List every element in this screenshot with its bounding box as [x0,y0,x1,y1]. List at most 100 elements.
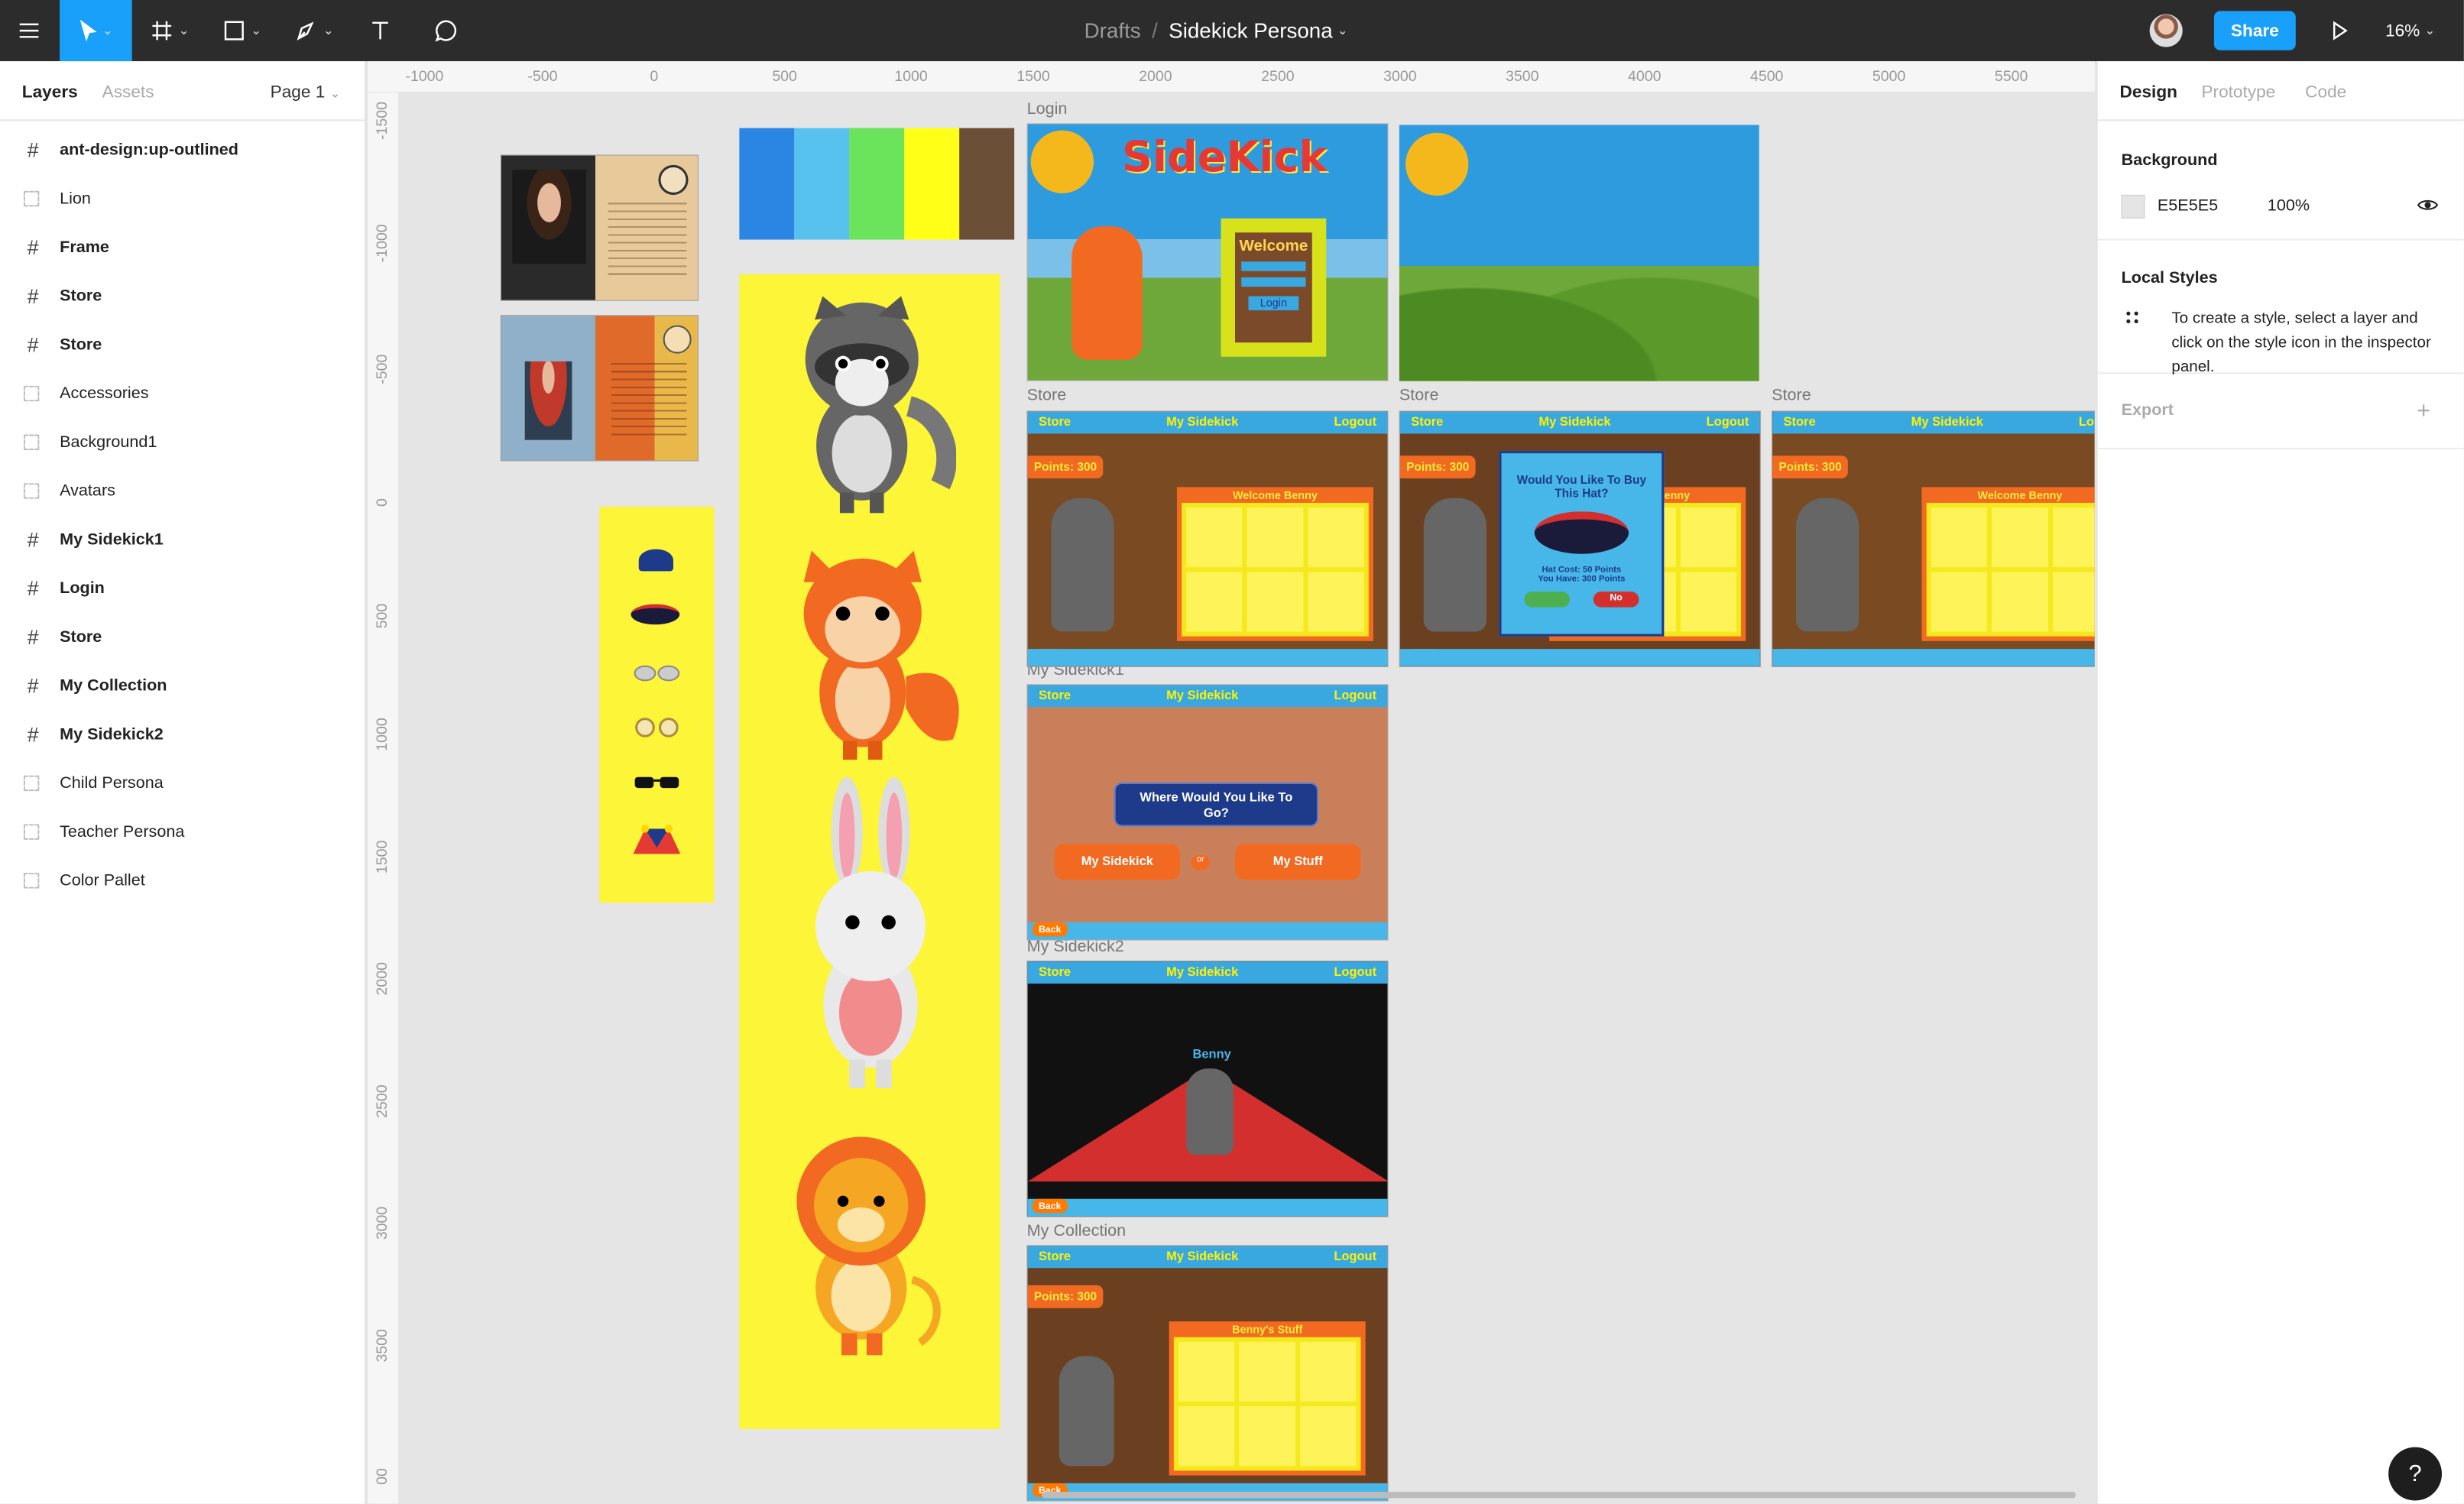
layer-row[interactable]: Accessories [0,369,365,418]
background1-frame[interactable] [1399,125,1759,381]
visibility-eye-icon[interactable] [2417,196,2439,218]
comment-tool-icon[interactable] [424,0,468,61]
store-item[interactable] [1992,507,2048,568]
shape-tool-icon[interactable]: ⌄ [206,0,278,61]
design-canvas[interactable]: Login Store Store Store My Sidekick1 My … [400,93,2095,1503]
store-item[interactable] [1247,572,1304,632]
store-item[interactable] [1308,507,1364,568]
tab-assets[interactable]: Assets [102,82,154,102]
frame-label-store-3[interactable]: Store [1772,386,1811,405]
nav-my-sidekick[interactable]: My Sidekick [1166,689,1238,704]
store-frame-1[interactable]: BackWelcome BennyPoints: 300StoreMy Side… [1026,410,1389,667]
nav-logout[interactable]: Logout [1334,416,1376,430]
layer-row[interactable]: # My Sidekick1 [0,515,365,564]
store-item[interactable] [1308,572,1364,632]
zoom-dropdown[interactable]: 16% ⌄ [2385,0,2435,61]
collection-slot[interactable] [1179,1406,1235,1467]
child-persona[interactable] [500,315,699,462]
nav-store[interactable]: Store [1039,1250,1071,1265]
frame-label-login[interactable]: Login [1027,100,1068,119]
color-palette[interactable] [739,128,1015,240]
palette-swatch[interactable] [904,128,960,240]
layer-row[interactable]: # Store [0,272,365,321]
login-frame[interactable]: SideKick Welcome Login [1026,123,1389,381]
password-field[interactable] [1241,277,1306,287]
collection-slot[interactable] [1239,1406,1295,1467]
nav-store[interactable]: Store [1039,689,1071,704]
collection-slot[interactable] [1299,1341,1357,1402]
add-export-icon[interactable]: + [2417,397,2430,424]
store-item[interactable] [2052,507,2095,568]
my-collection-frame[interactable]: Store My Sidekick Logout Points: 300 Ben… [1026,1245,1389,1502]
help-button[interactable]: ? [2388,1447,2443,1501]
nav-my-sidekick[interactable]: My Sidekick [1911,416,1983,430]
store-frame-2[interactable]: BackWelcome BennyPoints: 300StoreMy Side… [1399,410,1761,667]
file-menu-chevron-icon[interactable]: ⌄ [1337,23,1348,39]
back-button[interactable]: Back [1032,922,1068,937]
layer-row[interactable]: # My Sidekick2 [0,710,365,759]
background-color-swatch[interactable] [2121,194,2145,219]
store-item[interactable] [1992,572,2048,632]
pen-tool-icon[interactable]: ⌄ [278,0,351,61]
present-play-icon[interactable] [2318,0,2362,61]
collection-slot[interactable] [1299,1406,1357,1467]
breadcrumb-drafts[interactable]: Drafts [1084,18,1141,43]
store-item[interactable] [2052,572,2095,632]
my-stuff-button[interactable]: My Stuff [1235,844,1361,880]
layer-row[interactable]: Color Pallet [0,857,365,906]
nav-store[interactable]: Store [1411,416,1443,430]
yes-button[interactable] [1524,592,1570,608]
store-item[interactable] [1931,572,1988,632]
background-opacity-input[interactable]: 100% [2268,196,2310,216]
frame-label-store-2[interactable]: Store [1399,386,1439,405]
teacher-persona[interactable] [500,154,699,301]
store-item[interactable] [1247,507,1304,568]
nav-logout[interactable]: Logout [1707,416,1749,430]
tab-design[interactable]: Design [2120,82,2177,102]
tab-code[interactable]: Code [2305,82,2346,102]
file-name[interactable]: Sidekick Persona [1169,18,1332,43]
nav-my-sidekick[interactable]: My Sidekick [1166,416,1238,430]
tab-prototype[interactable]: Prototype [2201,82,2275,102]
palette-swatch[interactable] [794,128,850,240]
layer-row[interactable]: Lion [0,174,365,223]
text-tool-icon[interactable] [358,0,403,61]
collection-slot[interactable] [1239,1341,1295,1402]
palette-swatch[interactable] [849,128,905,240]
layer-row[interactable]: # My Collection [0,662,365,711]
layer-row[interactable]: Background1 [0,418,365,467]
layer-row[interactable]: # ant-design:up-outlined [0,125,365,174]
frame-tool-icon[interactable]: ⌄ [134,0,206,61]
avatars-panel[interactable] [739,274,1000,1429]
collection-slot[interactable] [1179,1341,1235,1402]
palette-swatch[interactable] [959,128,1015,240]
nav-store[interactable]: Store [1039,965,1071,980]
nav-logout[interactable]: Logout [2079,416,2095,430]
share-button[interactable]: Share [2213,11,2296,50]
nav-store[interactable]: Store [1784,416,1816,430]
store-item[interactable] [1680,572,1736,632]
my-sidekick1-frame[interactable]: Store My Sidekick Logout Where Would You… [1026,684,1389,941]
tab-layers[interactable]: Layers [22,82,78,102]
my-sidekick-choice-button[interactable]: My Sidekick [1054,844,1181,880]
username-field[interactable] [1241,261,1306,271]
store-item[interactable] [1186,572,1243,632]
accessories-panel[interactable] [599,507,715,903]
frame-label-collection[interactable]: My Collection [1027,1222,1127,1241]
layer-row[interactable]: # Frame [0,223,365,272]
nav-logout[interactable]: Logout [1334,1250,1376,1265]
store-frame-3[interactable]: BackWelcome BennyPoints: 300StoreMy Side… [1772,410,2095,667]
layer-row[interactable]: # Login [0,564,365,613]
layer-row[interactable]: # Store [0,320,365,369]
nav-logout[interactable]: Logout [1334,689,1376,704]
nav-store[interactable]: Store [1039,416,1071,430]
page-selector[interactable]: Page 1 ⌄ [271,82,341,102]
my-sidekick2-frame[interactable]: Store My Sidekick Logout Benny Back [1026,961,1389,1217]
background-hex-input[interactable]: E5E5E5 [2158,196,2218,216]
nav-my-sidekick[interactable]: My Sidekick [1166,1250,1238,1265]
store-item[interactable] [1680,507,1736,568]
store-item[interactable] [1931,507,1988,568]
nav-logout[interactable]: Logout [1334,965,1376,980]
nav-my-sidekick[interactable]: My Sidekick [1166,965,1238,980]
layer-row[interactable]: Teacher Persona [0,808,365,857]
